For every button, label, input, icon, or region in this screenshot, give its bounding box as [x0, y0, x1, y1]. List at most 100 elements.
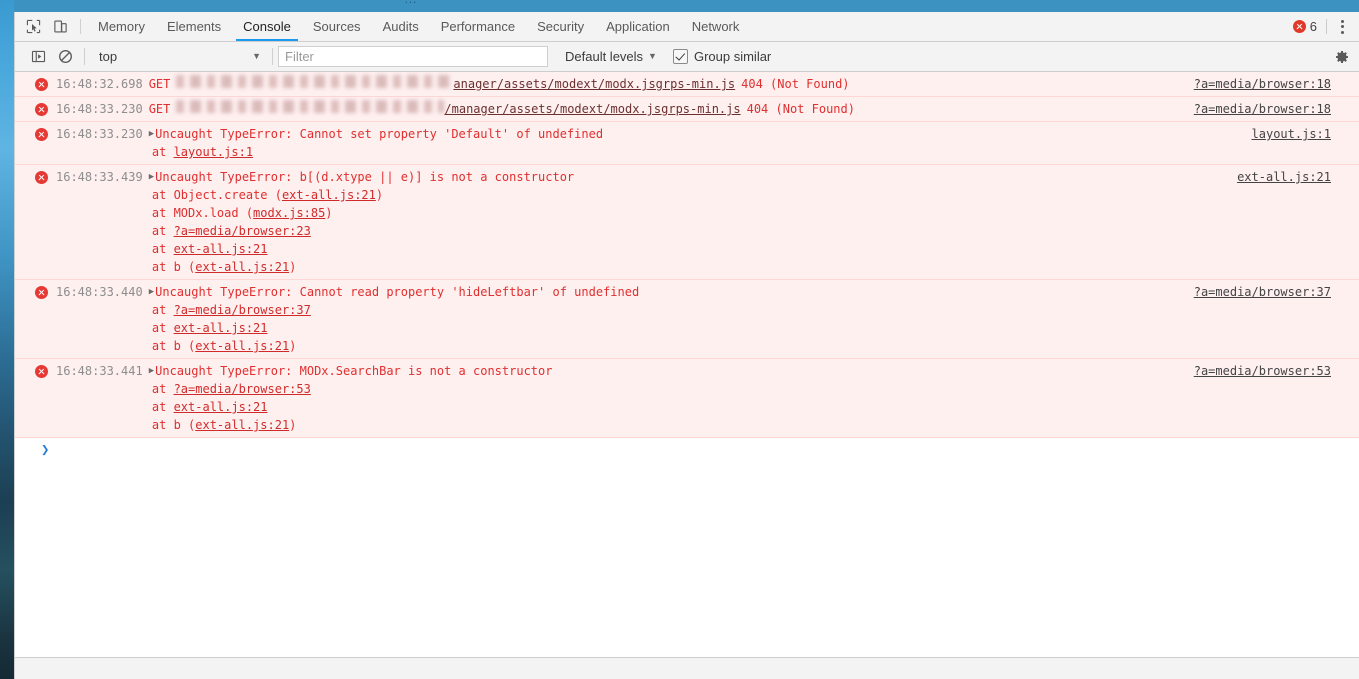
stack-frame-link[interactable]: ext-all.js:21	[195, 418, 289, 432]
stack-frame-link[interactable]: ?a=media/browser:53	[174, 382, 311, 396]
stack-frame-link[interactable]: ext-all.js:21	[195, 339, 289, 353]
devtools-tabbar: Memory Elements Console Sources Audits P…	[15, 12, 1359, 42]
tab-security-label: Security	[537, 19, 585, 34]
console-prompt-row[interactable]: ❯	[15, 438, 1359, 466]
more-options-icon[interactable]	[1331, 19, 1353, 34]
expand-triangle-icon[interactable]: ▶	[149, 283, 154, 301]
error-count-badge[interactable]: 6	[1292, 19, 1326, 34]
console-message-row[interactable]: 16:48:33.230 ▶ Uncaught TypeError: Canno…	[15, 122, 1359, 165]
execution-context-select[interactable]: top ▼	[90, 46, 267, 67]
message-text: Uncaught TypeError: Cannot set property …	[155, 127, 604, 141]
console-message-row[interactable]: 16:48:32.698 GET anager/assets/modext/mo…	[15, 72, 1359, 97]
stack-trace: at ?a=media/browser:37 at ext-all.js:21 …	[15, 301, 1359, 355]
stack-frame-link[interactable]: modx.js:85	[253, 206, 325, 220]
source-link[interactable]: layout.js:1	[1252, 125, 1331, 143]
filterbar-divider-2	[272, 48, 273, 65]
console-filter-toolbar: top ▼ Default levels ▼ Group similar	[15, 42, 1359, 72]
message-timestamp: 16:48:33.440	[56, 285, 143, 299]
tab-application[interactable]: Application	[595, 12, 681, 41]
tab-elements-label: Elements	[166, 19, 222, 34]
gear-icon[interactable]	[1334, 49, 1350, 65]
tab-security[interactable]: Security	[526, 12, 595, 41]
error-icon	[35, 365, 48, 378]
error-icon	[35, 128, 48, 141]
stack-frame: at ext-all.js:21	[123, 398, 1359, 416]
source-link[interactable]: ?a=media/browser:37	[1194, 283, 1331, 301]
stack-frame-link[interactable]: layout.js:1	[174, 145, 253, 159]
devtools-window: Memory Elements Console Sources Audits P…	[14, 12, 1359, 679]
expand-triangle-icon[interactable]: ▶	[149, 362, 154, 380]
chevron-down-icon: ▼	[252, 51, 261, 61]
stack-frame: at ext-all.js:21	[123, 319, 1359, 337]
source-link[interactable]: ?a=media/browser:53	[1194, 362, 1331, 380]
tab-memory-label: Memory	[98, 19, 145, 34]
log-levels-dropdown[interactable]: Default levels ▼	[565, 49, 657, 64]
stack-frame-prefix: at	[123, 303, 174, 317]
source-link[interactable]: ext-all.js:21	[1237, 168, 1331, 186]
stack-frame-link[interactable]: ext-all.js:21	[174, 400, 268, 414]
tab-network[interactable]: Network	[681, 12, 751, 41]
inspect-element-icon[interactable]	[20, 12, 47, 41]
console-message-row[interactable]: 16:48:33.230 GET /manager/assets/modext/…	[15, 97, 1359, 122]
error-icon	[35, 78, 48, 91]
redacted-url	[176, 100, 445, 113]
stack-trace: at layout.js:1	[15, 143, 1359, 161]
desktop-background	[0, 0, 14, 679]
source-link[interactable]: ?a=media/browser:18	[1194, 100, 1331, 118]
stack-frame-link[interactable]: ext-all.js:21	[195, 260, 289, 274]
expand-triangle-icon[interactable]: ▶	[149, 168, 154, 186]
kebab-dot-2	[1340, 25, 1344, 28]
request-status: 404 (Not Found)	[741, 77, 850, 91]
tab-audits[interactable]: Audits	[372, 12, 430, 41]
expand-triangle-icon[interactable]: ▶	[149, 125, 154, 143]
stack-frame-prefix: at	[123, 145, 174, 159]
clear-console-icon[interactable]	[52, 49, 79, 64]
source-link[interactable]: ?a=media/browser:18	[1194, 75, 1331, 93]
stack-frame-prefix: at	[123, 224, 174, 238]
tab-performance[interactable]: Performance	[430, 12, 526, 41]
tab-console[interactable]: Console	[232, 12, 302, 41]
request-method: GET	[148, 77, 171, 91]
stack-frame: at ext-all.js:21	[123, 240, 1359, 258]
stack-trace: at ?a=media/browser:53 at ext-all.js:21 …	[15, 380, 1359, 434]
filter-input[interactable]	[278, 46, 548, 67]
console-message-row[interactable]: 16:48:33.440 ▶ Uncaught TypeError: Canno…	[15, 280, 1359, 359]
tab-elements[interactable]: Elements	[156, 12, 232, 41]
stack-frame: at ?a=media/browser:53	[123, 380, 1359, 398]
error-icon	[35, 286, 48, 299]
stack-frame-prefix: at b (	[123, 418, 196, 432]
tab-sources[interactable]: Sources	[302, 12, 372, 41]
tabbar-right-group: 6	[1292, 12, 1359, 41]
console-message-list[interactable]: 16:48:32.698 GET anager/assets/modext/mo…	[15, 72, 1359, 657]
stack-frame-prefix: at	[123, 382, 174, 396]
kebab-dot-3	[1340, 30, 1344, 34]
stack-frame-link[interactable]: ?a=media/browser:37	[174, 303, 311, 317]
browser-titlebar-ghost-text: …	[404, 0, 417, 6]
request-url-tail[interactable]: /manager/assets/modext/modx.jsgrps-min.j…	[444, 100, 740, 118]
request-url-tail[interactable]: anager/assets/modext/modx.jsgrps-min.js	[453, 75, 735, 93]
device-toolbar-icon[interactable]	[47, 12, 74, 41]
request-method: GET	[148, 102, 171, 116]
tab-application-label: Application	[606, 19, 670, 34]
stack-frame: at layout.js:1	[123, 143, 1359, 161]
stack-frame-link[interactable]: ext-all.js:21	[174, 321, 268, 335]
console-message-row[interactable]: 16:48:33.439 ▶ Uncaught TypeError: b[(d.…	[15, 165, 1359, 280]
devtools-statusbar	[15, 657, 1359, 679]
group-similar-checkbox[interactable]	[672, 49, 688, 64]
console-prompt-input[interactable]	[55, 442, 1359, 458]
stack-frame-link[interactable]: ext-all.js:21	[174, 242, 268, 256]
stack-frame-link[interactable]: ext-all.js:21	[282, 188, 376, 202]
stack-frame-suffix: )	[289, 260, 297, 274]
error-count-value: 6	[1309, 19, 1317, 34]
console-sidebar-icon[interactable]	[25, 49, 52, 64]
stack-frame: at ?a=media/browser:23	[123, 222, 1359, 240]
console-message-row[interactable]: 16:48:33.441 ▶ Uncaught TypeError: MODx.…	[15, 359, 1359, 438]
tab-sources-label: Sources	[312, 19, 361, 34]
tab-performance-label: Performance	[440, 19, 516, 34]
stack-frame: at b (ext-all.js:21)	[123, 258, 1359, 276]
tab-memory[interactable]: Memory	[87, 12, 156, 41]
stack-frame-link[interactable]: ?a=media/browser:23	[174, 224, 311, 238]
message-timestamp: 16:48:33.439	[56, 170, 143, 184]
group-similar-toggle[interactable]: Group similar	[672, 49, 771, 64]
request-status: 404 (Not Found)	[746, 102, 855, 116]
